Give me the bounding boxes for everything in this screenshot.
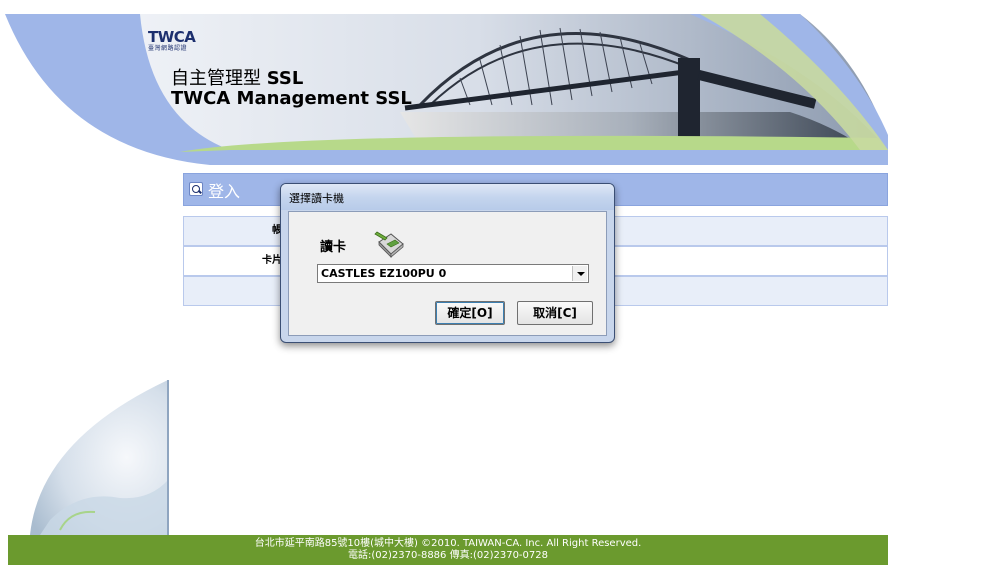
cancel-button[interactable]: 取消[C]	[517, 301, 593, 325]
dialog-titlebar[interactable]: 選擇讀卡機	[281, 184, 614, 210]
dialog-body: 讀卡 CASTLES EZ100PU 0 確定[O] 取消[C]	[288, 211, 607, 336]
card-reader-dialog: 選擇讀卡機 讀卡 CASTLES EZ100PU 0 確定[O] 取消[C]	[280, 183, 615, 343]
login-title: 登入	[208, 182, 241, 201]
twca-logo: TWCA 臺灣網路認證	[148, 28, 196, 53]
globe-decoration	[30, 380, 169, 535]
title-zh-suffix: SSL	[266, 68, 304, 89]
header-banner: TWCA 臺灣網路認證 自主管理型 SSL TWCA Management SS…	[0, 0, 890, 165]
card-reader-value: CASTLES EZ100PU 0	[321, 267, 447, 280]
banner-graphic	[5, 14, 888, 165]
chevron-down-icon[interactable]	[572, 266, 587, 281]
dialog-title: 選擇讀卡機	[289, 192, 344, 205]
footer-contact: 電話:(02)2370-8886 傳真:(02)2370-0728	[348, 550, 548, 561]
logo-subtitle: 臺灣網路認證	[148, 45, 188, 52]
ok-button[interactable]: 確定[O]	[435, 301, 505, 325]
actions-label	[184, 277, 284, 305]
page-footer: 台北市延平南路85號10樓(城中大樓) ©2010. TAIWAN-CA. In…	[8, 535, 888, 565]
read-card-label: 讀卡	[320, 240, 347, 255]
account-label: 帳	[272, 225, 282, 236]
title-zh-prefix: 自主管理型	[171, 68, 261, 89]
card-reader-select[interactable]: CASTLES EZ100PU 0	[317, 264, 589, 283]
card-reader-icon	[374, 231, 404, 258]
logo-mark: TWCA	[148, 28, 196, 46]
search-icon	[189, 182, 203, 196]
page-title-zh: 自主管理型 SSL	[171, 64, 303, 90]
card-label: 卡片	[262, 255, 282, 266]
page-title-en: TWCA Management SSL	[171, 88, 412, 109]
footer-address: 台北市延平南路85號10樓(城中大樓) ©2010. TAIWAN-CA. In…	[254, 538, 642, 549]
